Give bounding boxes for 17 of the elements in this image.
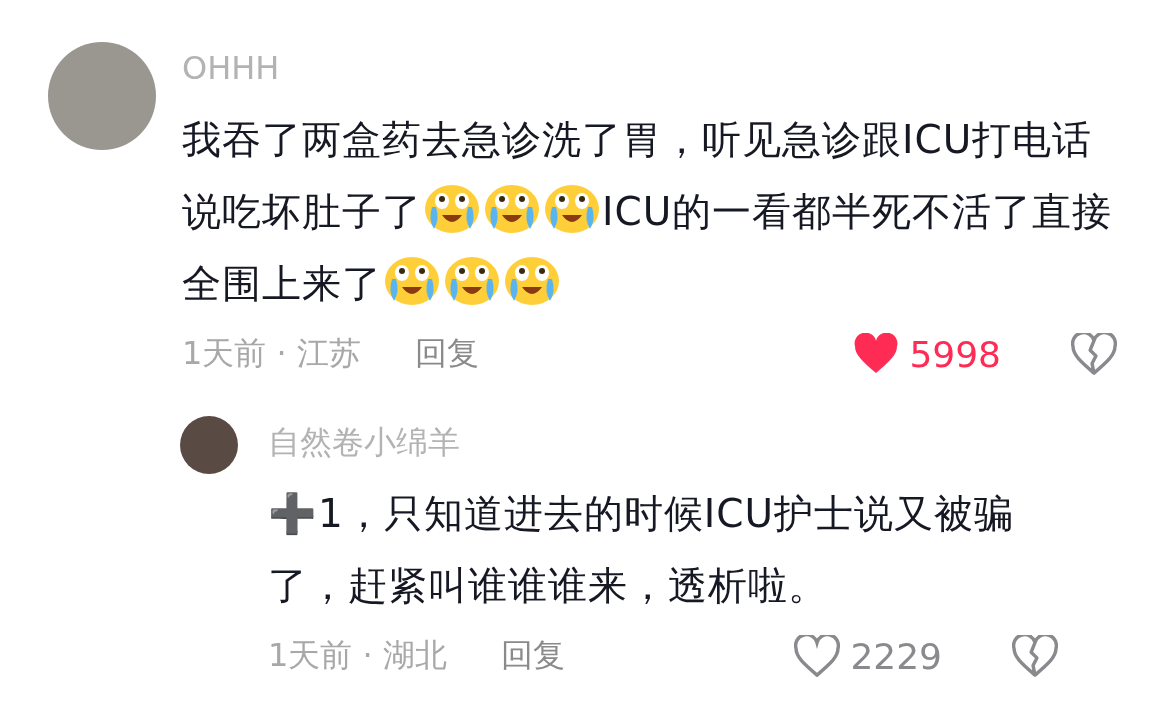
- timestamp-location: 1天前 · 湖北: [268, 635, 447, 676]
- reply-button[interactable]: 回复: [414, 332, 479, 376]
- like-count: 5998: [909, 333, 1001, 375]
- username[interactable]: OHHH: [182, 46, 280, 90]
- like-count: 2229: [850, 635, 942, 677]
- timestamp-location: 1天前 · 江苏: [182, 333, 361, 374]
- comment-text: ➕1，只知道进去的时候ICU护士说又被骗了，赶紧叫谁谁谁来，透析啦。: [268, 490, 1016, 610]
- dislike-button[interactable]: [1071, 333, 1117, 375]
- reply-button[interactable]: 回复: [500, 634, 565, 678]
- username[interactable]: 自然卷小绵羊: [268, 420, 460, 464]
- like-button[interactable]: 2229: [794, 635, 942, 677]
- avatar-placeholder[interactable]: [180, 416, 238, 474]
- broken-heart-icon: [1012, 635, 1058, 677]
- broken-heart-icon: [1071, 333, 1117, 375]
- comment-text: 我吞了两盒药去急诊洗了胃，听见急诊跟ICU打电话说吃坏肚子了 ICU的一看都半死不活了直接全围上来了: [182, 116, 1114, 309]
- like-button[interactable]: 5998: [853, 333, 1001, 375]
- dislike-button[interactable]: [1012, 635, 1058, 677]
